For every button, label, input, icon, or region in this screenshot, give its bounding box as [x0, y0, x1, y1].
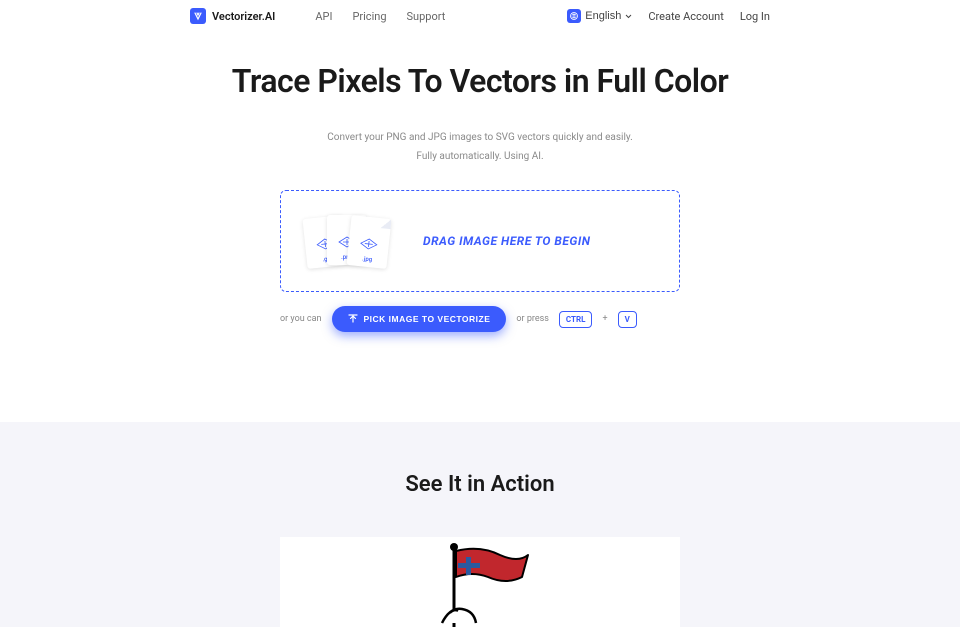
dropzone-label: DRAG IMAGE HERE TO BEGIN: [423, 234, 590, 248]
pick-button-label: PICK IMAGE TO VECTORIZE: [364, 314, 491, 324]
nav-pricing[interactable]: Pricing: [352, 10, 386, 23]
subhead-line-2: Fully automatically. Using AI.: [0, 147, 960, 166]
key-v: V: [618, 311, 637, 328]
chevron-down-icon: [625, 14, 632, 19]
logo[interactable]: Vectorizer.AI: [190, 8, 275, 24]
upload-icon: [348, 314, 358, 324]
brand-name: Vectorizer.AI: [212, 10, 275, 23]
file-stack-icon: .gif .png .jpg: [305, 213, 395, 269]
demo-panel: [280, 537, 680, 627]
create-account-link[interactable]: Create Account: [648, 10, 723, 23]
flag-illustration: [410, 541, 550, 627]
nav-support[interactable]: Support: [407, 10, 446, 23]
login-link[interactable]: Log In: [740, 10, 770, 23]
logo-icon: [190, 8, 206, 24]
key-ctrl: CTRL: [559, 311, 593, 328]
globe-icon: [567, 9, 581, 23]
page-title: Trace Pixels To Vectors in Full Color: [0, 62, 960, 100]
plus-label: +: [602, 314, 607, 324]
dropzone[interactable]: .gif .png .jpg DRAG IMAGE HERE TO BEGIN: [280, 190, 680, 292]
or-press-label: or press: [516, 314, 549, 324]
nav-api[interactable]: API: [315, 10, 332, 23]
subhead-line-1: Convert your PNG and JPG images to SVG v…: [0, 128, 960, 147]
pick-image-button[interactable]: PICK IMAGE TO VECTORIZE: [332, 306, 507, 332]
or-you-can-label: or you can: [280, 314, 322, 324]
action-heading: See It in Action: [0, 472, 960, 497]
language-label: English: [585, 10, 621, 22]
language-selector[interactable]: English: [567, 9, 632, 23]
